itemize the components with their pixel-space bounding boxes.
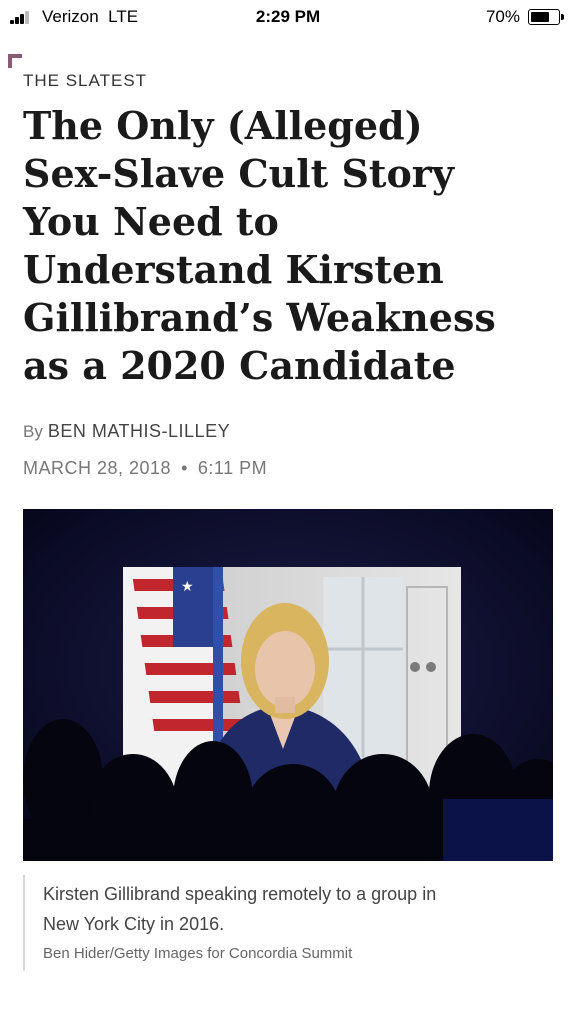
photo-caption-block: Kirsten Gillibrand speaking remotely to … (23, 875, 543, 971)
headline-line: as a 2020 Candidate (23, 343, 456, 388)
publish-time: 6:11 PM (197, 458, 268, 478)
headline-line: Gillibrand’s Weakness (23, 295, 496, 340)
author-link[interactable]: BEN MATHIS-LILLEY (48, 421, 230, 441)
date-separator: • (181, 458, 188, 478)
svg-text:★: ★ (181, 579, 194, 595)
dateline: MARCH 28, 2018 • 6:11 PM (23, 458, 267, 479)
article-headline: The Only (Alleged) Sex-Slave Cult Story … (23, 102, 553, 390)
battery-icon (528, 9, 564, 25)
headline-line: You Need to (23, 199, 279, 244)
status-bar: Verizon LTE 2:29 PM 70% (0, 0, 576, 34)
byline: By BEN MATHIS-LILLEY (23, 421, 230, 442)
section-corner-mark-icon (8, 54, 22, 68)
article-photo[interactable]: ★ (23, 509, 553, 861)
section-label[interactable]: THE SLATEST (23, 71, 147, 91)
caption-line: New York City in 2016. (43, 914, 225, 934)
headline-line: Sex-Slave Cult Story (23, 151, 454, 196)
headline-line: The Only (Alleged) (23, 103, 423, 148)
photo-credit: Ben Hider/Getty Images for Concordia Sum… (43, 945, 353, 962)
battery-percent: 70% (485, 7, 520, 26)
photo-illustration: ★ (23, 509, 553, 861)
headline-line: Understand Kirsten (23, 247, 444, 292)
byline-prefix: By (23, 422, 43, 441)
photo-caption: Kirsten Gillibrand speaking remotely to … (43, 879, 543, 939)
publish-date: MARCH 28, 2018 (23, 458, 172, 478)
caption-line: Kirsten Gillibrand speaking remotely to … (43, 884, 437, 904)
